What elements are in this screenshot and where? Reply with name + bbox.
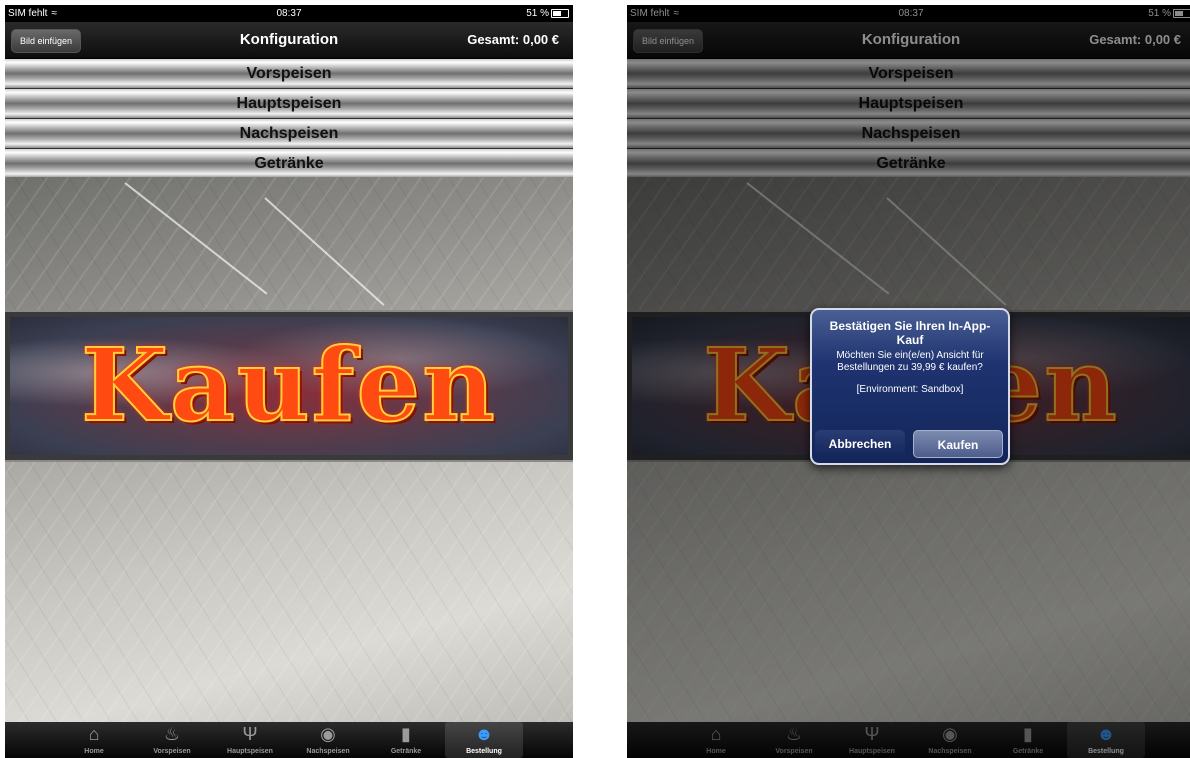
battery-status: 51 % [526,5,569,22]
light-streak [264,197,385,306]
tab-hauptspeisen[interactable]: Ψ Hauptspeisen [211,722,289,758]
category-menu: Vorspeisen Hauptspeisen Nachspeisen Getr… [5,59,573,179]
alert-title: Bestätigen Sie Ihren In-App-Kauf [829,319,991,347]
alert-environment: [Environment: Sandbox] [856,384,964,395]
tab-bar: ⌂ Home ♨ Vorspeisen Ψ Hauptspeisen ◉ Nachspe… [5,722,573,758]
house-icon: ⌂ [88,724,100,744]
menu-item-vorspeisen[interactable]: Vorspeisen [5,59,573,89]
cancel-button[interactable]: Abbrechen [815,430,905,458]
tab-label: Nachspeisen [306,748,350,755]
status-bar: SIM fehlt ≈ 08:37 51 % [5,5,573,22]
light-streak [124,182,268,295]
tab-label: Home [84,748,104,755]
appetizer-icon: ♨ [163,724,181,744]
buy-banner-text: Kaufen [80,325,497,445]
fork-knife-icon: Ψ [242,724,258,744]
screen-before: SIM fehlt ≈ 08:37 51 % Bild einfügen Konf… [5,5,573,758]
nav-bar: Bild einfügen Konfiguration Gesamt: 0,00… [5,22,573,59]
clock: 08:37 [276,8,302,19]
tab-label: Getränke [390,748,422,755]
screen-after: SIM fehlt ≈ 08:37 51 % Bild einfügen Konf… [627,5,1190,758]
menu-item-nachspeisen[interactable]: Nachspeisen [5,119,573,149]
tab-home[interactable]: ⌂ Home [55,722,133,758]
tab-bestellung[interactable]: ☻ Bestellung [445,722,523,758]
dessert-icon: ◉ [320,724,336,744]
menu-item-hauptspeisen[interactable]: Hauptspeisen [5,89,573,119]
tab-label: Vorspeisen [153,748,191,755]
buy-banner[interactable]: Kaufen [5,310,573,462]
alert-button-row: Abbrechen Kaufen [812,430,1008,460]
alert-message: Möchten Sie ein(e/en) Ansicht für Bestel… [836,350,984,373]
tab-label: Bestellung [466,748,502,755]
battery-icon [551,8,569,18]
menu-item-getraenke[interactable]: Getränke [5,149,573,179]
total-amount: Gesamt: 0,00 € [467,32,559,47]
tab-nachspeisen[interactable]: ◉ Nachspeisen [289,722,367,758]
buy-button[interactable]: Kaufen [913,430,1003,458]
tab-label: Hauptspeisen [227,748,273,755]
bottle-icon: ▮ [401,724,411,744]
tab-getraenke[interactable]: ▮ Getränke [367,722,445,758]
purchase-alert: Bestätigen Sie Ihren In-App-Kauf Möchten… [810,308,1010,465]
tab-vorspeisen[interactable]: ♨ Vorspeisen [133,722,211,758]
waiter-icon: ☻ [474,724,494,744]
